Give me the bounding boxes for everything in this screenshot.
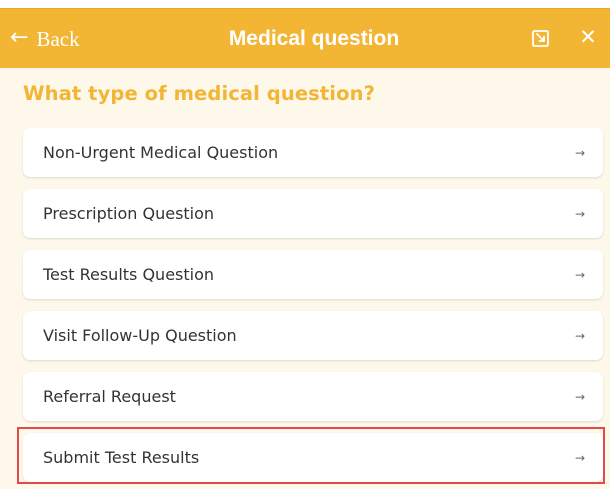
option-visit-follow-up-question[interactable]: Visit Follow-Up Question → (23, 311, 603, 360)
header-title: Medical question (228, 27, 400, 50)
option-label: Prescription Question (43, 204, 215, 223)
option-non-urgent-medical-question[interactable]: Non-Urgent Medical Question → (23, 128, 603, 177)
option-prescription-question[interactable]: Prescription Question → (23, 189, 603, 238)
option-label: Test Results Question (43, 265, 215, 284)
question-heading: What type of medical question? (23, 82, 375, 105)
right-arrow-icon: → (574, 328, 585, 343)
right-arrow-icon: → (574, 389, 585, 404)
medical-question-window: ← Back Medical question ✕ What type of m… (0, 0, 610, 489)
close-icon[interactable]: ✕ (578, 27, 598, 48)
option-test-results-question[interactable]: Test Results Question → (23, 250, 603, 299)
option-label: Referral Request (43, 387, 176, 406)
option-label: Submit Test Results (43, 448, 200, 467)
back-label: Back (36, 26, 80, 51)
back-button[interactable]: ← Back (10, 9, 80, 69)
option-submit-test-results[interactable]: Submit Test Results → (23, 433, 603, 482)
header-bar: ← Back Medical question ✕ (0, 8, 610, 68)
right-arrow-icon: → (574, 206, 585, 221)
right-arrow-icon: → (574, 145, 585, 160)
right-arrow-icon: → (574, 450, 585, 465)
option-label: Non-Urgent Medical Question (43, 143, 279, 162)
expand-window-icon[interactable] (532, 30, 549, 47)
options-list: Non-Urgent Medical Question → Prescripti… (23, 128, 603, 489)
top-strip (0, 0, 610, 8)
left-arrow-icon: ← (10, 25, 29, 50)
right-arrow-icon: → (574, 267, 585, 282)
option-label: Visit Follow-Up Question (43, 326, 237, 345)
option-referral-request[interactable]: Referral Request → (23, 372, 603, 421)
